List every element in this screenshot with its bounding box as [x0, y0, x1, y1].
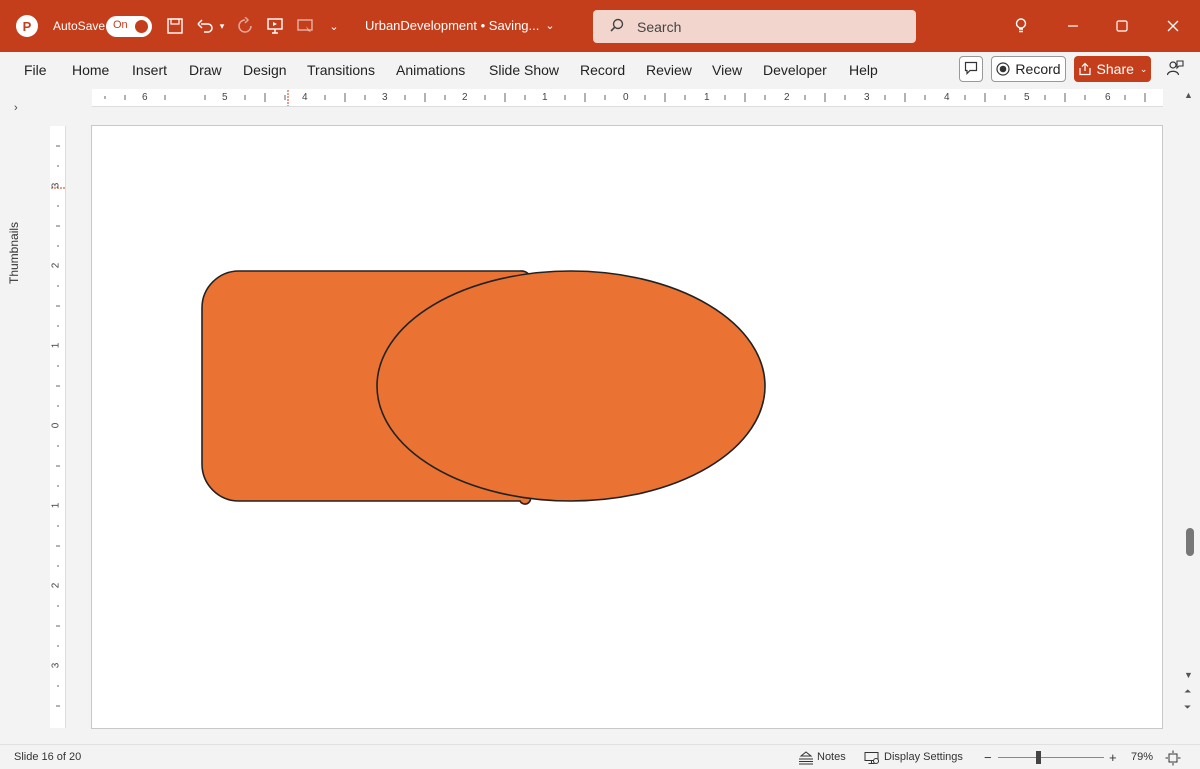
- record-button[interactable]: Record: [991, 56, 1066, 82]
- maximize-icon[interactable]: [1099, 0, 1145, 52]
- ruler-label: 2: [50, 582, 62, 589]
- app-logo-letter: P: [16, 15, 38, 37]
- tab-view[interactable]: View: [712, 52, 742, 88]
- ruler-label: 5: [1024, 92, 1030, 103]
- display-settings-icon: [864, 751, 880, 765]
- ruler-label: 1: [542, 92, 548, 103]
- document-title-text: UrbanDevelopment • Saving...: [365, 18, 540, 33]
- ruler-label: 0: [623, 92, 629, 103]
- notes-icon: [798, 750, 814, 765]
- undo-icon[interactable]: [194, 0, 216, 52]
- ruler-label: 4: [944, 92, 950, 103]
- comment-icon: [964, 61, 978, 78]
- chevron-down-icon: ⌄: [545, 20, 555, 32]
- notes-button[interactable]: Notes: [798, 745, 846, 769]
- save-icon[interactable]: [164, 0, 186, 52]
- tab-draw[interactable]: Draw: [189, 52, 222, 88]
- thumbnails-pane-collapsed[interactable]: › Thumbnails: [0, 88, 44, 743]
- zoom-out-button[interactable]: −: [984, 745, 992, 769]
- tab-slide-show[interactable]: Slide Show: [489, 52, 559, 88]
- document-title[interactable]: UrbanDevelopment • Saving... ⌄: [365, 0, 555, 52]
- autosave-state: On: [113, 19, 128, 31]
- chevron-right-icon[interactable]: ›: [14, 102, 18, 114]
- from-current-slide-icon[interactable]: [294, 0, 316, 52]
- vertical-scrollbar[interactable]: ▲ ▼ ⏶ ⏷: [1180, 88, 1200, 743]
- ruler-label: 6: [142, 92, 148, 103]
- scrollbar-thumb[interactable]: [1186, 528, 1194, 556]
- tab-home[interactable]: Home: [72, 52, 109, 88]
- ellipse-shape[interactable]: [376, 270, 766, 502]
- display-settings-button[interactable]: Display Settings: [864, 745, 963, 769]
- toggle-knob: [135, 20, 148, 33]
- tab-transitions[interactable]: Transitions: [307, 52, 375, 88]
- ruler-label: 1: [704, 92, 710, 103]
- scroll-up-arrow-icon[interactable]: ▲: [1184, 90, 1193, 100]
- vertical-ruler: 3 2 1 0 1 2 3: [50, 126, 66, 728]
- tab-animations[interactable]: Animations: [396, 52, 465, 88]
- ruler-label: 3: [50, 662, 62, 669]
- powerpoint-logo-icon: P: [14, 0, 40, 52]
- tab-record[interactable]: Record: [580, 52, 625, 88]
- share-button[interactable]: Share ⌄: [1074, 56, 1151, 82]
- status-bar: Slide 16 of 20 Notes Display Settings − …: [0, 744, 1200, 769]
- ruler-label: 0: [50, 422, 62, 429]
- slide-canvas[interactable]: [91, 125, 1163, 729]
- presenter-coach-button[interactable]: [1163, 56, 1187, 82]
- zoom-in-button[interactable]: +: [1109, 745, 1117, 769]
- tab-review[interactable]: Review: [646, 52, 692, 88]
- zoom-slider-thumb[interactable]: [1036, 751, 1041, 764]
- tab-design[interactable]: Design: [243, 52, 287, 88]
- search-placeholder: Search: [637, 18, 682, 35]
- ruler-label: 3: [864, 92, 870, 103]
- tab-help[interactable]: Help: [849, 52, 878, 88]
- previous-slide-icon[interactable]: ⏶: [1184, 686, 1191, 697]
- comments-button[interactable]: [959, 56, 983, 82]
- scroll-down-arrow-icon[interactable]: ▼: [1184, 670, 1193, 680]
- fit-slide-icon[interactable]: [1165, 745, 1181, 769]
- chevron-down-icon: ⌄: [1139, 63, 1148, 74]
- tab-file[interactable]: File: [24, 52, 47, 88]
- slide-shapes: [201, 270, 766, 505]
- redo-icon[interactable]: [234, 0, 256, 52]
- ruler-label: 2: [784, 92, 790, 103]
- zoom-slider-track[interactable]: [998, 757, 1104, 758]
- tab-developer[interactable]: Developer: [763, 52, 827, 88]
- horizontal-ruler: 6 5 4 3 2 1 0 1 2 3 4 5 6: [92, 89, 1163, 107]
- undo-dropdown-chevron-icon[interactable]: ▾: [216, 0, 228, 52]
- next-slide-icon[interactable]: ⏷: [1184, 702, 1191, 713]
- present-from-beginning-icon[interactable]: [264, 0, 286, 52]
- display-settings-label: Display Settings: [884, 751, 963, 763]
- autosave-label: AutoSave: [53, 19, 106, 33]
- search-icon: [609, 17, 625, 36]
- ruler-label: 6: [1105, 92, 1111, 103]
- zoom-level[interactable]: 79%: [1131, 745, 1153, 769]
- thumbnails-label[interactable]: Thumbnails: [7, 222, 21, 284]
- ruler-label: 2: [50, 262, 62, 269]
- close-icon[interactable]: [1150, 0, 1196, 52]
- lightbulb-icon[interactable]: [998, 0, 1044, 52]
- customize-toolbar-chevron-icon[interactable]: ⌄: [326, 0, 342, 52]
- record-label: Record: [1015, 61, 1061, 77]
- ruler-label: 1: [50, 502, 62, 509]
- search-box[interactable]: Search: [593, 10, 916, 43]
- share-icon: [1078, 62, 1092, 76]
- autosave-toggle[interactable]: On: [106, 16, 152, 37]
- minimize-icon[interactable]: [1050, 0, 1096, 52]
- tab-insert[interactable]: Insert: [132, 52, 167, 88]
- title-bar: P AutoSave On ▾ ⌄ UrbanDevelopment • Sav…: [0, 0, 1200, 52]
- presenter-icon: [1166, 59, 1184, 80]
- ruler-label: 2: [462, 92, 468, 103]
- ruler-label: 5: [222, 92, 228, 103]
- ruler-label: 3: [382, 92, 388, 103]
- ruler-label: 1: [50, 342, 62, 349]
- notes-label: Notes: [817, 751, 846, 763]
- slide-indicator: Slide 16 of 20: [14, 751, 82, 763]
- record-icon: [996, 62, 1011, 76]
- ruler-label: 3: [50, 182, 62, 189]
- share-label: Share: [1096, 61, 1134, 77]
- ruler-label: 4: [302, 92, 308, 103]
